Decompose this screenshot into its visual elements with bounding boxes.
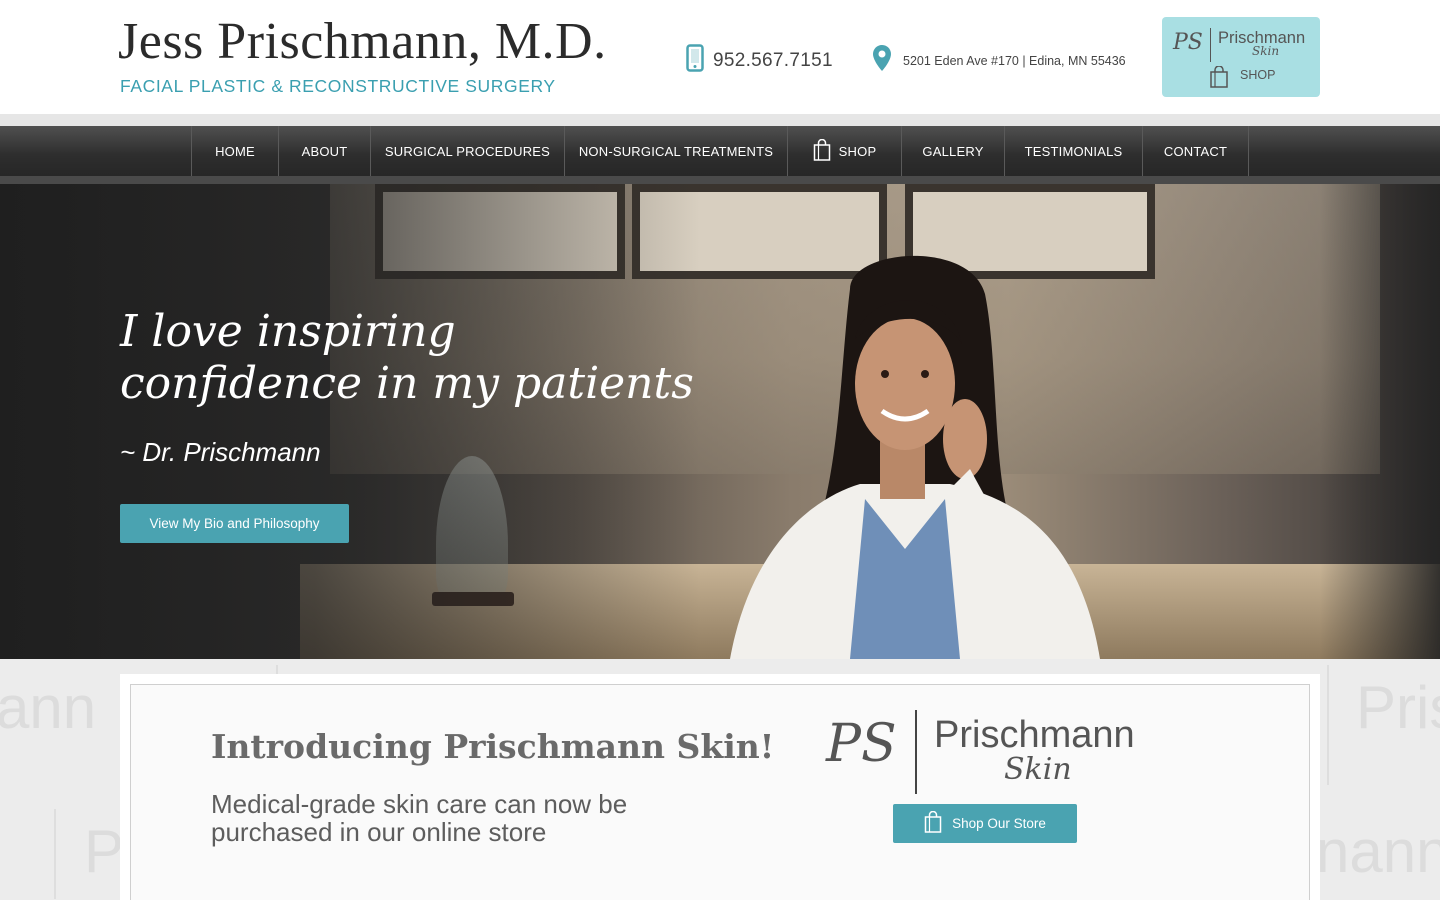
site-header: Jess Prischmann, M.D. FACIAL PLASTIC & R… <box>0 0 1440 114</box>
nav-item-gallery[interactable]: GALLERY <box>902 126 1005 176</box>
nav-item-about[interactable]: ABOUT <box>279 126 371 176</box>
hero-quote-line-1: I love inspiring <box>120 306 456 357</box>
watermark-text: ann <box>0 674 97 741</box>
shop-badge-brand-sub: Skin <box>1252 44 1280 58</box>
watermark-text: P <box>84 818 125 885</box>
main-navigation: HOME ABOUT SURGICAL PROCEDURES NON-SURGI… <box>0 126 1440 178</box>
shopping-bag-icon <box>924 810 942 836</box>
shopping-bag-icon <box>813 138 831 164</box>
nav-item-non-surgical-treatments[interactable]: NON-SURGICAL TREATMENTS <box>565 126 788 176</box>
hero-banner: I love inspiring confidence in my patien… <box>0 184 1440 659</box>
nav-item-surgical-procedures[interactable]: SURGICAL PROCEDURES <box>371 126 565 176</box>
watermark-text: nann <box>1316 818 1440 885</box>
doctor-portrait <box>730 255 1100 659</box>
nav-list: HOME ABOUT SURGICAL PROCEDURES NON-SURGI… <box>191 126 1249 176</box>
map-pin-icon <box>872 44 892 77</box>
promo-title: Introducing Prischmann Skin! <box>211 727 775 766</box>
shopping-bag-icon <box>1209 65 1229 93</box>
address-text[interactable]: 5201 Eden Ave #170 | Edina, MN 55436 <box>903 54 1126 68</box>
view-bio-button[interactable]: View My Bio and Philosophy <box>120 504 349 543</box>
phone-contact[interactable]: 952.567.7151 <box>686 44 833 77</box>
nav-item-shop[interactable]: SHOP <box>788 126 902 176</box>
watermark-text: Pris <box>1356 674 1440 741</box>
watermark-divider <box>54 809 56 899</box>
phone-number[interactable]: 952.567.7151 <box>713 50 833 72</box>
nav-bottom-band <box>0 176 1440 184</box>
logo-monogram: PS <box>826 714 897 774</box>
nav-item-home[interactable]: HOME <box>192 126 279 176</box>
nav-item-shop-label: SHOP <box>838 143 877 159</box>
hero-quote-line-2: confidence in my patients <box>120 358 694 409</box>
hero-right-shade <box>1320 184 1440 659</box>
shop-badge-divider <box>1210 28 1211 62</box>
shop-badge-label: SHOP <box>1240 68 1276 82</box>
shop-our-store-button[interactable]: Shop Our Store <box>893 804 1077 843</box>
logo-sub: Skin <box>1004 752 1072 787</box>
hero-quote: I love inspiring confidence in my patien… <box>120 306 694 410</box>
phone-icon <box>686 44 704 77</box>
shop-badge-button[interactable]: PS Prischmann Skin SHOP <box>1162 17 1320 97</box>
promo-description: Medical-grade skin care can now be purch… <box>211 789 628 847</box>
nav-item-testimonials[interactable]: TESTIMONIALS <box>1005 126 1143 176</box>
hero-signature: ~ Dr. Prischmann <box>120 437 321 467</box>
shop-badge-monogram: PS <box>1173 30 1203 55</box>
shop-our-store-label: Shop Our Store <box>952 816 1046 831</box>
nav-item-contact[interactable]: CONTACT <box>1143 126 1249 176</box>
logo-name: Prischmann <box>934 714 1135 756</box>
watermark-divider <box>1327 665 1329 785</box>
nav-top-band <box>0 114 1440 126</box>
site-logo-subtitle[interactable]: FACIAL PLASTIC & RECONSTRUCTIVE SURGERY <box>120 76 556 97</box>
hero-left-shade <box>0 184 700 659</box>
logo-divider <box>915 710 917 794</box>
site-logo-title[interactable]: Jess Prischmann, M.D. <box>118 12 607 71</box>
prischmann-skin-logo[interactable]: PS Prischmann Skin <box>826 708 1156 798</box>
address-contact[interactable]: 5201 Eden Ave #170 | Edina, MN 55436 <box>872 44 1126 77</box>
